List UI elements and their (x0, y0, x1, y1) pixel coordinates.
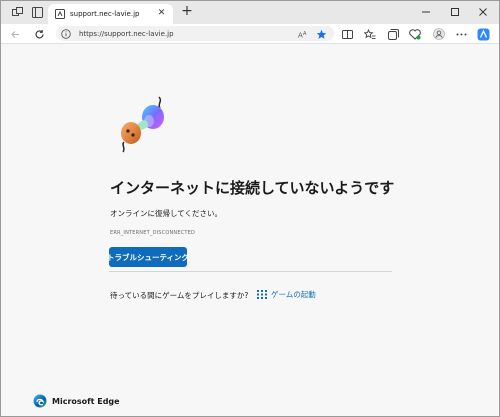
offline-illustration (121, 96, 164, 153)
address-url: https://support.nec-lavie.jp (79, 29, 174, 38)
close-tab-icon[interactable]: ✕ (156, 8, 167, 19)
minimize-icon[interactable] (417, 3, 435, 21)
browser-essentials-icon[interactable] (407, 26, 423, 42)
tab-actions-icon[interactable] (29, 4, 45, 20)
edge-brand-name: Microsoft Edge (52, 396, 120, 406)
error-page: インターネットに接続していないようです オンラインに復帰してください。 ERR_… (1, 45, 499, 416)
maximize-icon[interactable] (446, 3, 464, 21)
profile-icon[interactable] (431, 26, 447, 42)
info-icon[interactable] (61, 28, 71, 39)
active-tab[interactable]: support.nec-lavie.jp ✕ (48, 4, 173, 24)
more-icon[interactable] (453, 26, 469, 42)
address-bar[interactable]: https://support.nec-lavie.jp AA (56, 26, 334, 41)
troubleshoot-button[interactable]: トラブルシューティング (107, 247, 189, 267)
copilot-icon[interactable] (475, 26, 491, 42)
read-aloud-icon[interactable]: AA (296, 27, 310, 41)
game-link-label: ゲームの起動 (271, 290, 316, 299)
tab-title: support.nec-lavie.jp (70, 10, 140, 18)
favorite-star-icon[interactable] (314, 27, 328, 41)
new-tab-icon[interactable]: + (179, 4, 195, 20)
start-game-link[interactable]: ゲームの起動 (257, 289, 316, 300)
error-headline: インターネットに接続していないようです (110, 179, 395, 197)
collections-icon[interactable] (385, 26, 401, 42)
back-icon[interactable] (7, 26, 23, 42)
refresh-icon[interactable] (31, 26, 47, 42)
workspaces-icon[interactable] (9, 4, 25, 20)
favorites-icon[interactable] (362, 26, 378, 42)
error-code: ERR_INTERNET_DISCONNECTED (110, 230, 196, 236)
close-window-icon[interactable] (474, 3, 492, 21)
toolbar: https://support.nec-lavie.jp AA (1, 24, 499, 44)
divider (109, 271, 392, 272)
tab-strip: support.nec-lavie.jp ✕ + (1, 1, 499, 24)
edge-logo-icon (33, 394, 47, 408)
svg-text:A: A (303, 31, 307, 37)
game-prompt: 待っている間にゲームをプレイしますか? (110, 291, 249, 300)
split-screen-icon[interactable] (339, 26, 355, 42)
edge-branding: Microsoft Edge (33, 394, 120, 408)
browser-window: support.nec-lavie.jp ✕ + https://support… (0, 0, 500, 417)
game-grid-icon (257, 290, 267, 299)
error-subtext: オンラインに復帰してください。 (110, 209, 223, 218)
page-favicon-icon (55, 9, 65, 19)
